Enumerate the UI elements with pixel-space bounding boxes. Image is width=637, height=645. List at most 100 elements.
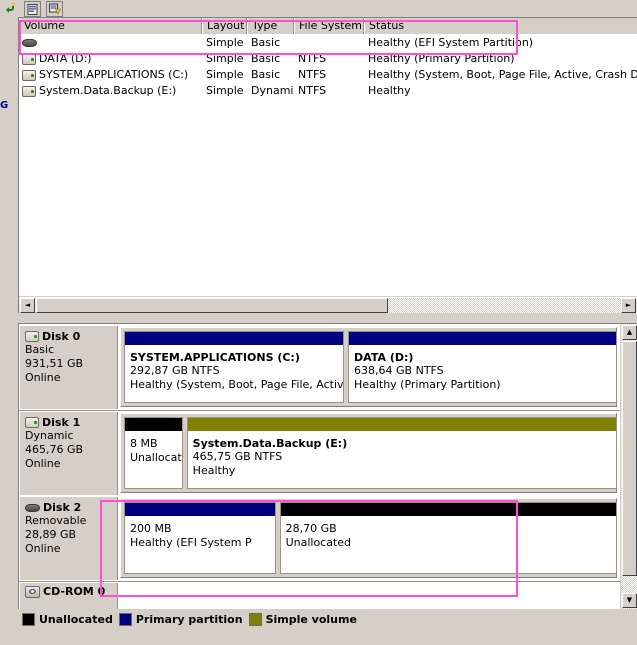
volume-cell-layout: Simple: [206, 68, 244, 81]
partition-status: Unallocated: [285, 536, 352, 549]
disk-state-label: Online: [25, 542, 61, 555]
volume-row[interactable]: System.Data.Backup (E:) Simple Dynamic NTFS…: [19, 83, 637, 99]
volume-cell-layout: Simple: [206, 52, 244, 65]
hscroll-right-glyph: ►: [625, 301, 632, 309]
partition-block[interactable]: 28,70 GB Unallocated: [279, 502, 617, 574]
disk-capacity-label: 931,51 GB: [25, 357, 84, 370]
cd-drive-icon: [25, 585, 40, 598]
volume-list-horizontal-scrollbar[interactable]: ◄ ►: [19, 296, 637, 313]
volume-cell-status: Healthy (Primary Partition): [368, 52, 515, 65]
left-gutter: G: [0, 17, 18, 645]
partition-details: System.Data.Backup (E:) 465,75 GB NTFS Hea…: [187, 431, 616, 488]
partition-legend: Unallocated Primary partition Simple volum…: [18, 610, 637, 628]
volume-list-panel: Volume Layout Type File System Status Simple…: [18, 17, 637, 313]
cdrom-name-label: CD-ROM 0: [43, 585, 106, 598]
volume-cell-filesystem: NTFS: [298, 84, 327, 97]
disk-name-label: Disk 1: [42, 416, 81, 429]
column-header-type[interactable]: Type: [247, 18, 294, 34]
volume-label: DATA (D:): [39, 52, 92, 65]
partition-size: 28,70 GB: [285, 522, 337, 535]
disk-row[interactable]: Disk 2 Removable 28,89 GB Online 200 MB Healt…: [19, 496, 620, 582]
hscroll-thumb[interactable]: [36, 298, 388, 313]
volume-cell-filesystem: [294, 35, 364, 51]
partition-block[interactable]: SYSTEM.APPLICATIONS (C:) 292,87 GB NTFS He…: [124, 331, 345, 403]
legend-swatch: [22, 612, 35, 626]
partition-block[interactable]: 8 MBUnallocate: [124, 417, 183, 489]
column-header-layout[interactable]: Layout: [202, 18, 247, 34]
cdrom-row[interactable]: CD-ROM 0: [19, 582, 620, 609]
column-header-filesystem[interactable]: File System: [294, 18, 364, 34]
disk-rows-container: Disk 0 Basic 931,51 GB Online SYSTEM.APPLICA…: [19, 324, 620, 609]
disk-info-panel[interactable]: Disk 2 Removable 28,89 GB Online: [20, 497, 118, 580]
legend-item: Simple volume: [248, 612, 357, 626]
disk-title: Disk 0: [25, 330, 114, 343]
volume-cell-status: Healthy: [368, 84, 411, 97]
disk-capacity-label: 28,89 GB: [25, 528, 77, 541]
partition-color-bar: [125, 418, 182, 431]
volume-cell-filesystem: NTFS: [298, 52, 327, 65]
back-navigate-icon[interactable]: [2, 1, 17, 15]
legend-item: Unallocated: [22, 612, 113, 626]
hard-drive-icon: [22, 53, 36, 65]
disk-management-window: G Volume Layout Type File System Status Simp…: [0, 0, 637, 645]
partition-status: Unallocate: [130, 451, 182, 464]
partition-size: 638,64 GB NTFS: [354, 364, 444, 377]
disk-state-label: Online: [25, 457, 61, 470]
properties-icon[interactable]: [24, 1, 41, 17]
disk-state-label: Online: [25, 371, 61, 384]
partition-block[interactable]: DATA (D:) 638,64 GB NTFS Healthy (Primary …: [348, 331, 617, 403]
volume-cell-name: System.Data.Backup (E:): [19, 83, 202, 99]
cdrom-info-panel[interactable]: CD-ROM 0: [20, 583, 118, 609]
volume-cell-type: Basic: [251, 52, 281, 65]
partition-size: 8 MB: [130, 437, 158, 450]
rescan-disks-icon[interactable]: [46, 1, 63, 17]
partition-title: SYSTEM.APPLICATIONS (C:): [130, 351, 300, 364]
partition-details: 200 MB Healthy (EFI System P: [125, 516, 275, 573]
vscroll-down-arrow-icon[interactable]: ▼: [622, 593, 637, 608]
volume-cell-name: [19, 35, 202, 51]
disk-info-panel[interactable]: Disk 0 Basic 931,51 GB Online: [20, 326, 118, 409]
disk-title: Disk 1: [25, 416, 114, 429]
partition-details: 28,70 GB Unallocated: [280, 516, 616, 573]
disk-row[interactable]: Disk 0 Basic 931,51 GB Online SYSTEM.APPLICA…: [19, 325, 620, 411]
column-header-status[interactable]: Status: [364, 18, 637, 34]
disk-name-label: Disk 0: [42, 330, 81, 343]
volume-list-header: Volume Layout Type File System Status: [19, 18, 637, 34]
partition-details: SYSTEM.APPLICATIONS (C:) 292,87 GB NTFS He…: [125, 345, 344, 402]
disk-graphic-panel: Disk 0 Basic 931,51 GB Online SYSTEM.APPLICA…: [18, 323, 637, 609]
volume-row[interactable]: SYSTEM.APPLICATIONS (C:) Simple Basic NTFS H…: [19, 67, 637, 83]
disk-info-panel[interactable]: Disk 1 Dynamic 465,76 GB Online: [20, 412, 118, 495]
hard-drive-icon: [22, 85, 36, 97]
volume-row[interactable]: DATA (D:) Simple Basic NTFS Healthy (Primary…: [19, 51, 637, 67]
cdrom-title: CD-ROM 0: [25, 585, 114, 598]
volume-cell-type: Dynamic: [251, 84, 294, 97]
panel-splitter[interactable]: [18, 313, 637, 323]
partition-color-bar: [125, 332, 344, 345]
volume-row[interactable]: Simple Basic Healthy (EFI System Partition…: [19, 35, 637, 51]
removable-drive-icon: [22, 39, 37, 47]
disk-row[interactable]: Disk 1 Dynamic 465,76 GB Online 8 MB Unalloca…: [19, 411, 620, 497]
legend-label: Simple volume: [265, 612, 357, 626]
volume-cell-type: Basic: [251, 36, 281, 49]
partition-status: Healthy: [192, 464, 236, 477]
disk-title: Disk 2: [25, 501, 114, 514]
hscroll-left-arrow-icon[interactable]: ◄: [20, 298, 35, 313]
partition-block[interactable]: System.Data.Backup (E:) 465,75 GB NTFS Hea…: [186, 417, 617, 489]
vscroll-up-arrow-icon[interactable]: ▲: [622, 325, 637, 340]
volume-cell-name: DATA (D:): [19, 51, 202, 67]
vscroll-thumb[interactable]: [622, 341, 637, 576]
volume-cell-filesystem: NTFS: [298, 68, 327, 81]
partition-block[interactable]: 200 MB Healthy (EFI System P: [124, 502, 276, 574]
disk-panel-vertical-scrollbar[interactable]: ▲ ▼: [620, 324, 637, 609]
partition-status: Healthy (Primary Partition): [354, 378, 501, 391]
volume-list-rows: Simple Basic Healthy (EFI System Partition…: [19, 35, 637, 99]
partition-details: DATA (D:) 638,64 GB NTFS Healthy (Primary …: [349, 345, 616, 402]
hscroll-right-arrow-icon[interactable]: ►: [621, 298, 636, 313]
legend-swatch: [248, 612, 262, 626]
partition-color-bar: [125, 503, 275, 516]
partition-details: 8 MBUnallocate: [125, 431, 182, 488]
vscroll-down-glyph: ▼: [626, 596, 633, 604]
volume-label: System.Data.Backup (E:): [39, 84, 177, 97]
partition-color-bar: [280, 503, 616, 516]
column-header-volume[interactable]: Volume: [19, 18, 202, 34]
